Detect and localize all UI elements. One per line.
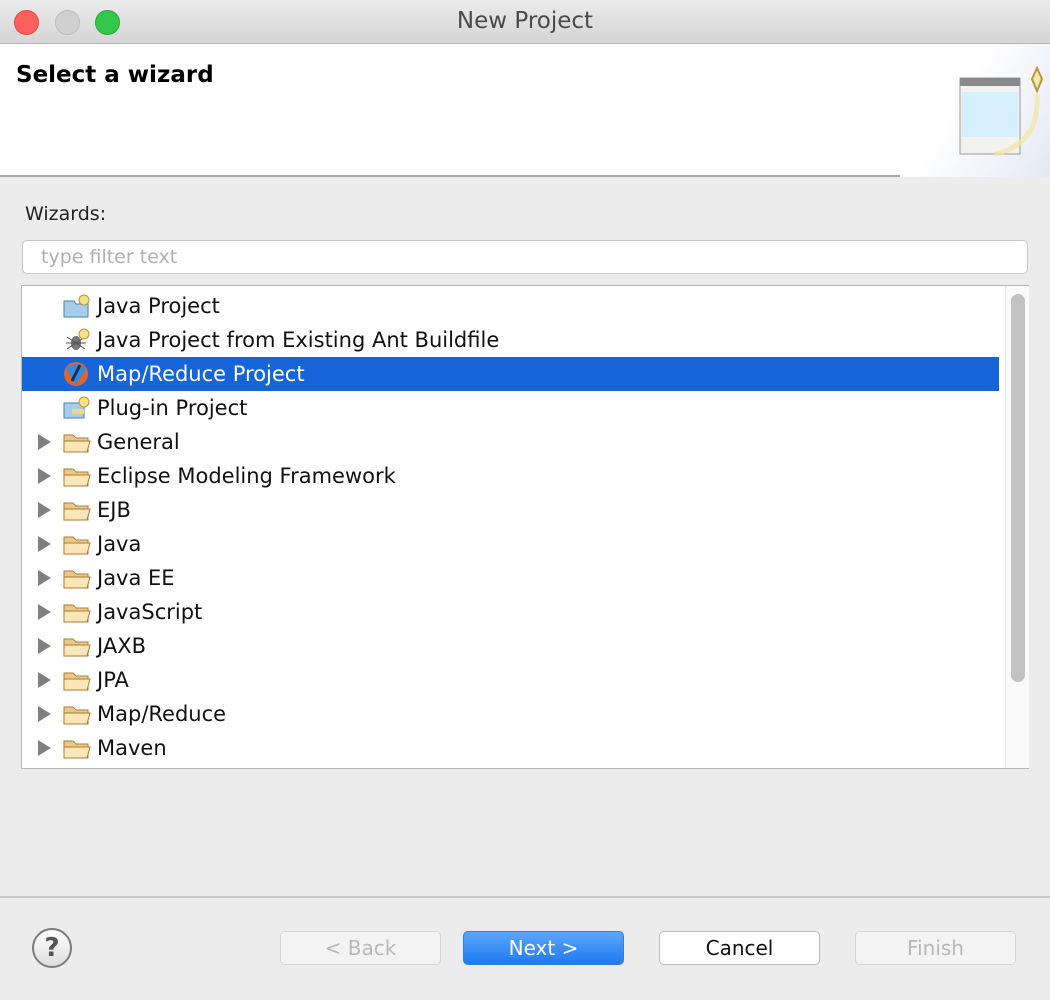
filter-input[interactable]: [22, 240, 1028, 274]
wizards-label: Wizards:: [25, 203, 107, 225]
expand-arrow-icon[interactable]: [38, 740, 51, 756]
vertical-scrollbar[interactable]: [1005, 286, 1029, 768]
tree-item-label: Java EE: [97, 566, 175, 590]
tree-item[interactable]: JPA: [22, 663, 999, 697]
tree-item-label: Maven: [97, 736, 167, 760]
cancel-button[interactable]: Cancel: [659, 931, 820, 965]
tree-item[interactable]: Eclipse Modeling Framework: [22, 459, 999, 493]
wizard-banner-icon: [900, 44, 1050, 177]
folder-icon: [62, 463, 92, 489]
tree-item-label: Plug-in Project: [97, 396, 248, 420]
tree-item[interactable]: Java Project: [22, 289, 999, 323]
expand-arrow-icon[interactable]: [38, 502, 51, 518]
tree-item[interactable]: Maven: [22, 731, 999, 765]
tree-item[interactable]: Map/Reduce: [22, 697, 999, 731]
title-bar: New Project: [0, 0, 1050, 44]
folder-icon: [62, 735, 92, 761]
expand-arrow-icon[interactable]: [38, 638, 51, 654]
tree-item-label: Map/Reduce: [97, 702, 227, 726]
expand-arrow-icon[interactable]: [38, 536, 51, 552]
tree-item[interactable]: JAXB: [22, 629, 999, 663]
tree-item-label: Map/Reduce Project: [97, 362, 305, 386]
scrollbar-thumb[interactable]: [1011, 294, 1025, 682]
folder-icon: [62, 429, 92, 455]
expand-arrow-icon[interactable]: [38, 672, 51, 688]
folder-icon: [62, 599, 92, 625]
tree-item[interactable]: Java Project from Existing Ant Buildfile: [22, 323, 999, 357]
next-button[interactable]: Next >: [463, 931, 624, 965]
tree-item-label: JavaScript: [97, 600, 203, 624]
tree-item-label: General: [97, 430, 180, 454]
finish-button[interactable]: Finish: [855, 931, 1016, 965]
wizard-header: Select a wizard: [0, 44, 1050, 177]
wizard-tree[interactable]: Java Project Java Project from Existing A…: [21, 285, 1029, 769]
tree-item-label: Eclipse Modeling Framework: [97, 464, 396, 488]
expand-arrow-icon[interactable]: [38, 706, 51, 722]
folder-icon: [62, 565, 92, 591]
tree-item-label: Java Project from Existing Ant Buildfile: [97, 328, 500, 352]
mapreduce-icon: [62, 361, 92, 387]
help-icon[interactable]: ?: [32, 928, 72, 968]
expand-arrow-icon[interactable]: [38, 604, 51, 620]
tree-item[interactable]: Java: [22, 527, 999, 561]
tree-item[interactable]: Plug-in Project: [22, 391, 999, 425]
expand-arrow-icon[interactable]: [38, 468, 51, 484]
tree-item[interactable]: EJB: [22, 493, 999, 527]
folder-icon: [62, 633, 92, 659]
ant-icon: [62, 327, 92, 353]
folder-icon: [62, 531, 92, 557]
window-title: New Project: [456, 8, 594, 34]
folder-icon: [62, 497, 92, 523]
tree-item[interactable]: JavaScript: [22, 595, 999, 629]
tree-item-label: Java: [97, 532, 142, 556]
java-project-icon: [62, 293, 92, 319]
tree-item[interactable]: Map/Reduce Project: [22, 357, 999, 391]
expand-arrow-icon[interactable]: [38, 570, 51, 586]
plugin-project-icon: [62, 395, 92, 421]
back-button[interactable]: < Back: [280, 931, 441, 965]
tree-item-label: JPA: [97, 668, 129, 692]
expand-arrow-icon[interactable]: [38, 434, 51, 450]
tree-item-label: Java Project: [97, 294, 220, 318]
separator: [0, 896, 1050, 898]
tree-item-label: EJB: [97, 498, 131, 522]
folder-icon: [62, 667, 92, 693]
page-title: Select a wizard: [16, 62, 214, 88]
tree-item-label: JAXB: [97, 634, 146, 658]
tree-item[interactable]: General: [22, 425, 999, 459]
folder-icon: [62, 701, 92, 727]
tree-item[interactable]: Java EE: [22, 561, 999, 595]
